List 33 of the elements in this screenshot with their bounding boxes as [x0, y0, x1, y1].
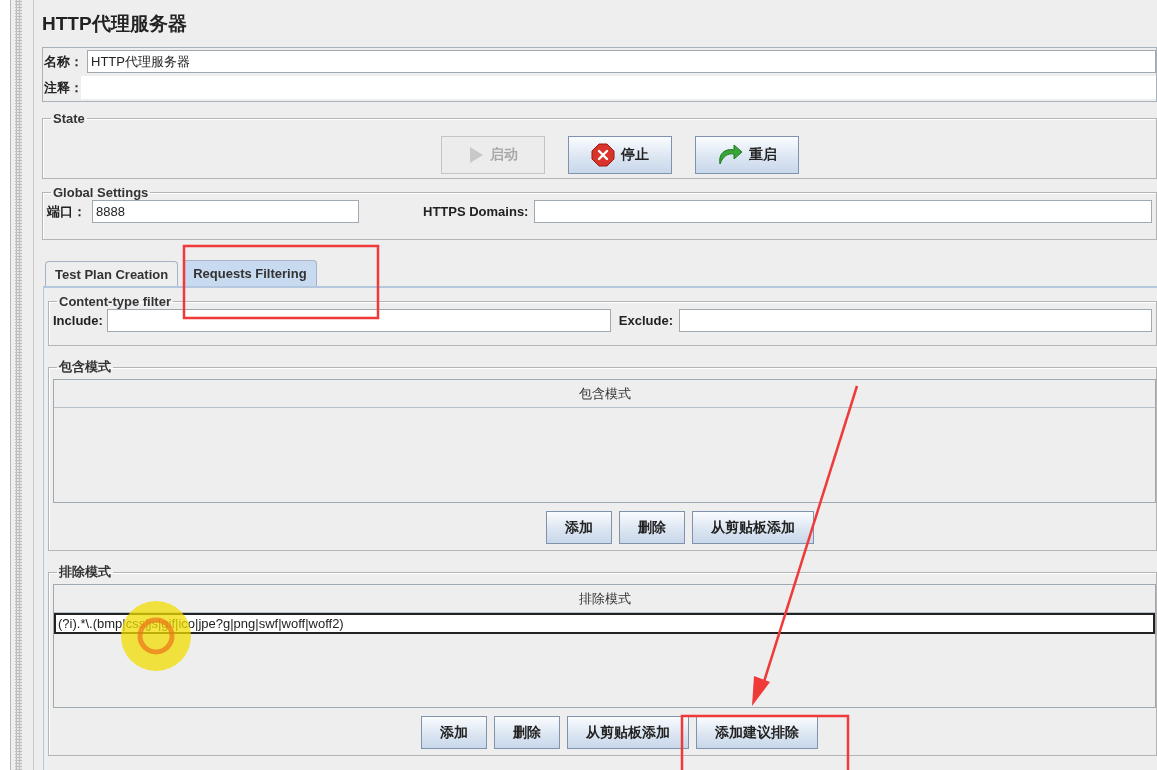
comment-label: 注释： — [44, 78, 84, 97]
group-title: Global Settings — [52, 185, 150, 200]
state-button[interactable]: 停止 — [567, 136, 672, 174]
action-button[interactable]: 添加 — [545, 511, 612, 544]
group-title: Content-type filter — [58, 294, 172, 309]
tab[interactable]: Requests Filtering — [183, 260, 317, 286]
https-domains-field[interactable] — [534, 200, 1152, 223]
exclude-label: Exclude: — [618, 313, 675, 328]
include-label: Include: — [53, 313, 104, 328]
stop-icon — [590, 143, 615, 167]
name-field[interactable]: HTTP代理服务器 — [87, 50, 1156, 73]
port-field[interactable]: 8888 — [92, 200, 359, 223]
port-label: 端口： — [47, 202, 87, 221]
action-button[interactable]: 删除 — [618, 511, 685, 544]
https-domains-label: HTTPS Domains: — [423, 204, 530, 219]
play-icon — [467, 146, 484, 164]
group-title: State — [52, 111, 86, 126]
action-button[interactable]: 删除 — [494, 716, 560, 749]
group-title: 排除模式 — [58, 563, 112, 581]
name-label: 名称： — [44, 52, 84, 71]
group-title: 包含模式 — [58, 358, 112, 376]
comment-field[interactable] — [81, 76, 1156, 99]
panel-title: HTTP代理服务器 — [42, 12, 188, 36]
tab[interactable]: Test Plan Creation — [45, 261, 179, 286]
exclude-field[interactable] — [679, 309, 1152, 332]
state-button[interactable]: 重启 — [694, 136, 799, 174]
refresh-icon — [716, 144, 743, 166]
action-button[interactable]: 从剪贴板添加 — [691, 511, 814, 544]
action-button[interactable]: 从剪贴板添加 — [567, 716, 689, 749]
column-header: 包含模式 — [54, 380, 1155, 408]
action-button[interactable]: 添加建议排除 — [696, 716, 818, 749]
include-field[interactable] — [106, 309, 611, 332]
action-button[interactable]: 添加 — [421, 716, 487, 749]
